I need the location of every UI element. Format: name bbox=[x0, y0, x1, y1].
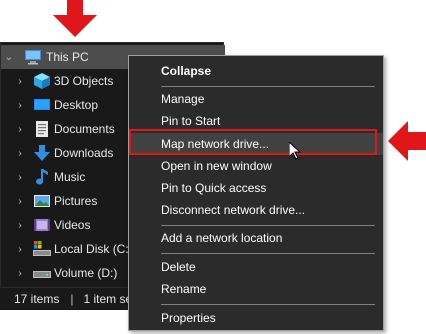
status-separator: | bbox=[70, 292, 74, 306]
tree-item-label: This PC bbox=[46, 50, 89, 64]
chevron-right-icon[interactable]: › bbox=[15, 148, 25, 159]
tree-item-label: 3D Objects bbox=[54, 74, 114, 88]
context-menu: Collapse Manage Pin to Start Map network… bbox=[128, 55, 384, 331]
annotation-highlight-box bbox=[129, 129, 377, 155]
tree-item-label: Local Disk (C:) bbox=[54, 242, 133, 256]
downloads-folder-icon bbox=[34, 145, 50, 161]
menu-item-disconnect-network-drive[interactable]: Disconnect network drive... bbox=[129, 199, 383, 221]
menu-item-add-network-location[interactable]: Add a network location bbox=[129, 227, 383, 249]
mouse-cursor-icon bbox=[289, 142, 301, 160]
selection-count: 1 item se bbox=[83, 292, 133, 306]
menu-item-open-new-window[interactable]: Open in new window bbox=[129, 155, 383, 177]
chevron-down-icon[interactable]: ⌄ bbox=[4, 52, 14, 63]
menu-item-delete[interactable]: Delete bbox=[129, 256, 383, 278]
chevron-right-icon[interactable]: › bbox=[15, 268, 25, 279]
tree-item-label: Desktop bbox=[54, 98, 99, 112]
documents-folder-icon bbox=[36, 121, 48, 137]
desktop-folder-icon bbox=[34, 99, 50, 110]
chevron-right-icon[interactable]: › bbox=[15, 196, 25, 207]
pictures-folder-icon bbox=[34, 195, 50, 207]
videos-folder-icon bbox=[34, 219, 50, 231]
annotation-arrow-left-icon bbox=[388, 121, 426, 161]
menu-separator bbox=[161, 86, 375, 87]
tree-item-label: Volume (D:) bbox=[54, 266, 118, 280]
3d-objects-icon bbox=[34, 73, 50, 89]
this-pc-icon bbox=[25, 50, 41, 65]
chevron-right-icon[interactable]: › bbox=[15, 76, 25, 87]
tree-item-label: Downloads bbox=[54, 146, 114, 160]
menu-separator bbox=[161, 304, 375, 305]
menu-item-manage[interactable]: Manage bbox=[129, 88, 383, 110]
music-folder-icon bbox=[36, 169, 48, 185]
chevron-right-icon[interactable]: › bbox=[15, 172, 25, 183]
menu-separator bbox=[161, 253, 375, 254]
chevron-right-icon[interactable]: › bbox=[15, 124, 25, 135]
volume-drive-icon bbox=[33, 271, 51, 278]
menu-item-rename[interactable]: Rename bbox=[129, 278, 383, 300]
item-count: 17 items bbox=[14, 292, 60, 306]
tree-item-label: Music bbox=[54, 170, 86, 184]
chevron-right-icon[interactable]: › bbox=[15, 244, 25, 255]
menu-separator bbox=[161, 225, 375, 226]
local-disk-icon bbox=[33, 241, 51, 256]
tree-item-label: Documents bbox=[54, 122, 115, 136]
annotation-arrow-down-icon bbox=[53, 0, 97, 37]
tree-item-label: Pictures bbox=[54, 194, 98, 208]
menu-item-properties[interactable]: Properties bbox=[129, 307, 383, 329]
menu-item-pin-quick-access[interactable]: Pin to Quick access bbox=[129, 177, 383, 199]
chevron-right-icon[interactable]: › bbox=[15, 220, 25, 231]
tree-item-label: Videos bbox=[54, 218, 91, 232]
menu-item-collapse[interactable]: Collapse bbox=[129, 60, 383, 82]
chevron-right-icon[interactable]: › bbox=[15, 100, 25, 111]
